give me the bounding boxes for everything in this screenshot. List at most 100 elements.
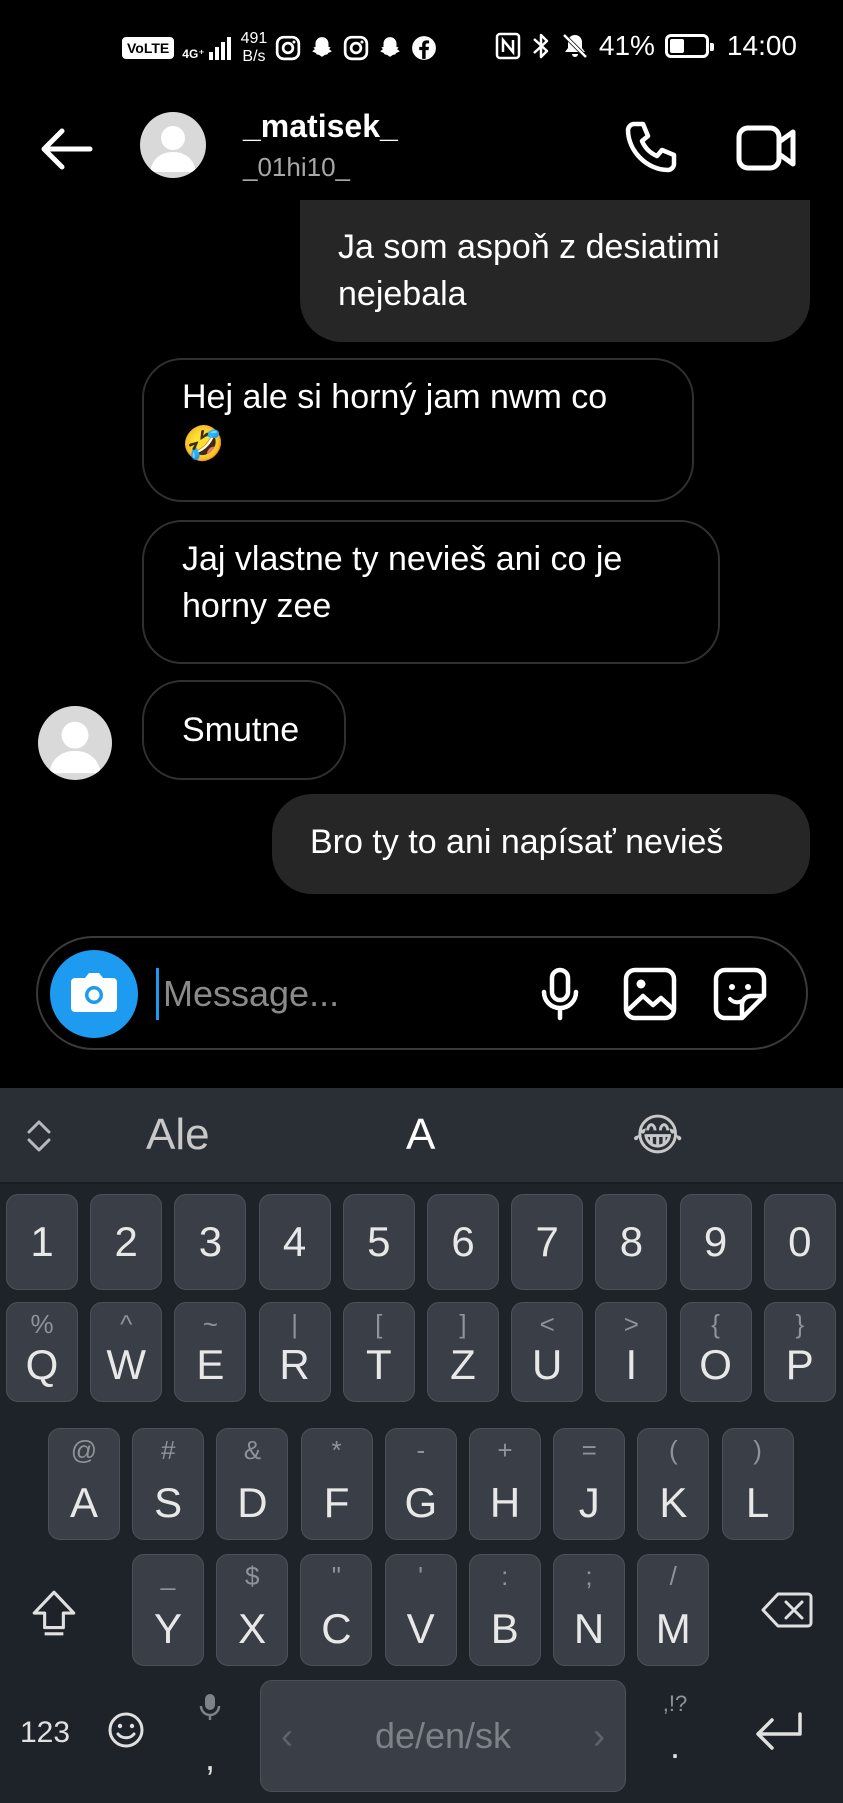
expand-toggle-icon[interactable] <box>24 1118 54 1154</box>
key-label: 6 <box>451 1218 475 1265</box>
key-secondary-label: ' <box>418 1561 424 1591</box>
contact-name[interactable]: _matisek_ <box>243 108 398 145</box>
key-q[interactable]: % Q <box>6 1302 78 1402</box>
key-j[interactable]: = J <box>553 1428 626 1540</box>
message-input[interactable] <box>156 968 516 1020</box>
key-i[interactable]: > I <box>595 1302 668 1402</box>
voice-input-icon[interactable] <box>198 1692 222 1722</box>
key-secondary-label: / <box>669 1561 677 1591</box>
key-label: Z <box>450 1341 476 1388</box>
keyboard: Ale A 😂 1 2 3 4 5 6 7 8 9 0% Q ^ W ~ E | R[T] Z < U > I{O} P @ A… <box>0 1088 843 1803</box>
emoji-icon[interactable] <box>106 1710 146 1750</box>
suggestion-2[interactable]: A <box>406 1110 435 1160</box>
key-a[interactable]: @ A <box>48 1428 120 1540</box>
video-call-icon[interactable] <box>735 120 799 176</box>
gallery-icon[interactable] <box>620 964 680 1024</box>
key-4[interactable]: 4 <box>258 1194 331 1290</box>
key-secondary-label: ) <box>753 1435 762 1465</box>
message-bubble-out[interactable]: Ja som aspoň z desiatimi nejebala <box>300 200 810 342</box>
key-secondary-label: < <box>539 1309 555 1339</box>
key-label: 8 <box>619 1218 644 1265</box>
key-u[interactable]: < U <box>511 1302 584 1402</box>
network-type: 4G⁺ <box>182 47 205 61</box>
back-arrow-icon[interactable] <box>36 124 96 174</box>
volte-indicator: VoLTE <box>122 37 175 59</box>
key-label: A <box>69 1479 98 1526</box>
contact-username[interactable]: _01hi10_ <box>243 152 350 183</box>
key-g[interactable]: -G <box>384 1428 457 1540</box>
sticker-icon[interactable] <box>710 964 770 1024</box>
status-left: VoLTE 4G⁺ 491 B/s <box>122 30 437 66</box>
comma-key[interactable]: , <box>186 1728 234 1788</box>
speed-unit: B/s <box>242 48 266 65</box>
key-secondary-label: [ <box>375 1309 383 1339</box>
key-3[interactable]: 3 <box>174 1194 247 1290</box>
space-bar[interactable]: ‹ de/en/sk › <box>260 1680 626 1792</box>
key-m[interactable]: / M <box>637 1554 710 1666</box>
key-k[interactable]: (K <box>637 1428 710 1540</box>
key-secondary-label: > <box>623 1309 639 1339</box>
key-p[interactable]: } P <box>763 1302 836 1402</box>
key-h[interactable]: + H <box>469 1428 541 1540</box>
period-key[interactable]: . <box>652 1716 698 1776</box>
key-t[interactable]: [T <box>342 1302 415 1402</box>
key-label: D <box>237 1479 268 1526</box>
key-secondary-label: * <box>331 1435 342 1465</box>
key-c[interactable]: " C <box>300 1554 373 1666</box>
backspace-icon[interactable] <box>760 1590 814 1630</box>
numbers-key[interactable]: 123 <box>10 1698 80 1768</box>
battery-icon <box>664 34 714 58</box>
message-composer <box>36 936 808 1050</box>
sender-avatar[interactable] <box>38 706 112 780</box>
key-secondary-label: @ <box>70 1435 98 1465</box>
enter-icon[interactable] <box>752 1708 806 1756</box>
key-v[interactable]: ' V <box>384 1554 457 1666</box>
language-label: de/en/sk <box>374 1715 512 1756</box>
key-y[interactable]: _ Y <box>132 1554 204 1666</box>
key-label: P <box>785 1341 814 1388</box>
key-7[interactable]: 7 <box>511 1194 584 1290</box>
camera-button[interactable] <box>50 950 138 1038</box>
key-w[interactable]: ^ W <box>90 1302 163 1402</box>
key-d[interactable]: & D <box>216 1428 289 1540</box>
contact-avatar[interactable] <box>140 112 206 178</box>
key-s[interactable]: # S <box>132 1428 205 1540</box>
key-8[interactable]: 8 <box>595 1194 668 1290</box>
key-label: W <box>106 1341 147 1388</box>
microphone-icon[interactable] <box>530 964 590 1024</box>
key-r[interactable]: | R <box>258 1302 331 1402</box>
chevron-left-icon: ‹ <box>281 1715 293 1756</box>
message-bubble-in[interactable]: Jaj vlastne ty nevieš ani co je horny ze… <box>142 520 720 664</box>
key-label: V <box>406 1605 435 1652</box>
suggestion-bar: Ale A 😂 <box>0 1088 843 1184</box>
key-9[interactable]: 9 <box>679 1194 752 1290</box>
key-1[interactable]: 1 <box>6 1194 78 1290</box>
key-label: I <box>625 1341 638 1388</box>
shift-icon[interactable] <box>28 1586 80 1638</box>
nfc-icon <box>495 32 521 60</box>
key-x[interactable]: $ X <box>216 1554 289 1666</box>
key-f[interactable]: * F <box>300 1428 373 1540</box>
key-label: F <box>323 1479 350 1526</box>
key-secondary-label: & <box>243 1435 262 1465</box>
key-o[interactable]: {O <box>679 1302 752 1402</box>
chevron-right-icon: › <box>593 1715 605 1756</box>
key-6[interactable]: 6 <box>427 1194 499 1290</box>
key-z[interactable]: ] Z <box>427 1302 499 1402</box>
suggestion-1[interactable]: Ale <box>146 1110 210 1160</box>
key-5[interactable]: 5 <box>342 1194 415 1290</box>
key-l[interactable]: ) L <box>721 1428 794 1540</box>
key-b[interactable]: :B <box>468 1554 541 1666</box>
message-bubble-in[interactable]: Hej ale si horný jam nwm co 🤣 <box>142 358 694 502</box>
suggestion-emoji[interactable]: 😂 <box>632 1110 683 1161</box>
key-secondary-label: - <box>416 1435 426 1465</box>
key-secondary-label: ; <box>585 1561 593 1591</box>
key-2[interactable]: 2 <box>90 1194 163 1290</box>
message-bubble-out[interactable]: Bro ty to ani napísať nevieš <box>272 794 810 894</box>
key-0[interactable]: 0 <box>763 1194 836 1290</box>
status-right: 41% 14:00 <box>495 30 797 62</box>
key-e[interactable]: ~ E <box>174 1302 247 1402</box>
message-bubble-in[interactable]: Smutne <box>142 680 346 780</box>
phone-icon[interactable] <box>620 118 680 178</box>
key-n[interactable]: ; N <box>553 1554 625 1666</box>
